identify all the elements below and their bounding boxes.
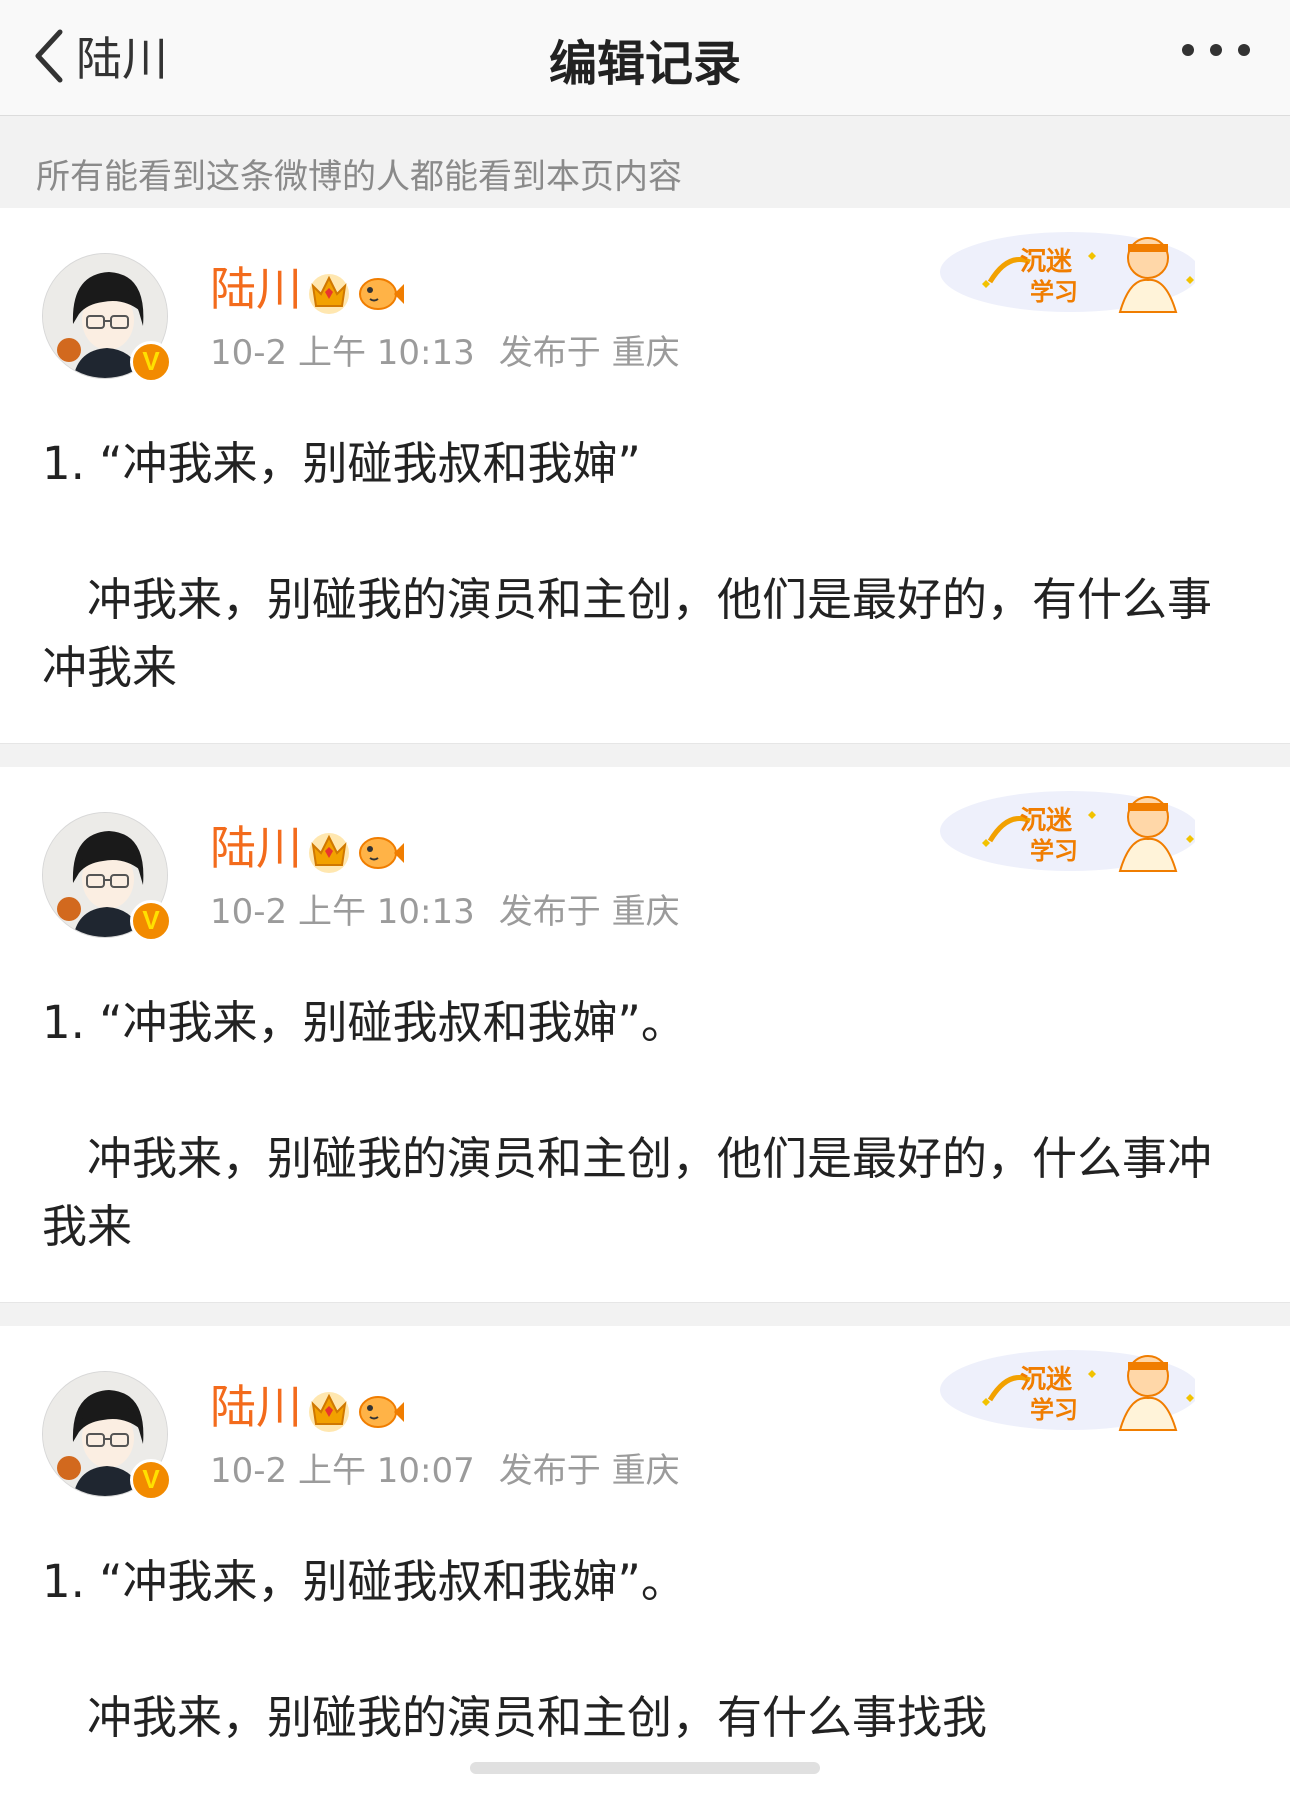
username[interactable]: 陆川 (210, 266, 302, 312)
published-label: 发布于 (498, 892, 601, 932)
fish-badge-icon[interactable] (356, 827, 406, 875)
username[interactable]: 陆川 (210, 825, 302, 871)
decorative-sticker: 沉迷 学习 (940, 791, 1195, 872)
decorative-sticker: 沉迷 学习 (940, 232, 1195, 313)
fish-badge-icon[interactable] (356, 1386, 406, 1434)
crown-badge-icon[interactable] (305, 1386, 353, 1434)
back-button[interactable]: 陆川 (30, 22, 168, 90)
verified-v-icon: V (142, 346, 160, 376)
visibility-notice: 所有能看到这条微博的人都能看到本页内容 (0, 117, 1290, 208)
svg-text:学习: 学习 (1030, 837, 1078, 865)
fish-badge-icon[interactable] (356, 268, 406, 316)
post-content: 1. “冲我来，别碰我叔和我婶” 冲我来，别碰我的演员和主创，他们是最好的，有什… (42, 430, 1252, 702)
edit-record-card: V 陆川 10-2 上午 10:07 发布于 重庆 沉迷 学习 1. “冲我来，别… (0, 1326, 1290, 1806)
crown-badge-icon[interactable] (305, 827, 353, 875)
post-date: 10-2 (210, 333, 288, 373)
username[interactable]: 陆川 (210, 1384, 302, 1430)
verified-v-icon: V (142, 1464, 160, 1494)
post-date: 10-2 (210, 892, 288, 932)
post-meta: 10-2 上午 10:13 发布于 重庆 (210, 336, 680, 370)
more-options-icon[interactable] (1178, 38, 1254, 62)
verified-badge: V (130, 900, 172, 942)
content-line: 1. “冲我来，别碰我叔和我婶” (42, 437, 641, 490)
post-location: 重庆 (611, 333, 680, 373)
chevron-left-icon (35, 29, 63, 83)
back-label: 陆川 (76, 32, 168, 86)
verified-v-icon: V (142, 905, 160, 935)
svg-text:学习: 学习 (1030, 278, 1078, 306)
post-time: 上午 10:13 (297, 892, 475, 932)
content-line: 1. “冲我来，别碰我叔和我婶”。 (42, 996, 686, 1049)
post-date: 10-2 (210, 1451, 288, 1491)
published-label: 发布于 (498, 333, 601, 373)
page-title: 编辑记录 (548, 36, 741, 92)
decorative-sticker: 沉迷 学习 (940, 1350, 1195, 1431)
svg-text:沉迷: 沉迷 (1020, 247, 1073, 277)
post-content: 1. “冲我来，别碰我叔和我婶”。 冲我来，别碰我的演员和主创，有什么事找我 (42, 1548, 1252, 1752)
content-line: 1. “冲我来，别碰我叔和我婶”。 (42, 1555, 686, 1608)
navigation-bar: 陆川 编辑记录 (0, 0, 1290, 116)
post-content: 1. “冲我来，别碰我叔和我婶”。 冲我来，别碰我的演员和主创，他们是最好的，什… (42, 989, 1252, 1261)
post-meta: 10-2 上午 10:07 发布于 重庆 (210, 1454, 680, 1488)
post-meta: 10-2 上午 10:13 发布于 重庆 (210, 895, 680, 929)
post-location: 重庆 (611, 1451, 680, 1491)
published-label: 发布于 (498, 1451, 601, 1491)
post-location: 重庆 (611, 892, 680, 932)
svg-text:沉迷: 沉迷 (1020, 806, 1073, 836)
crown-badge-icon[interactable] (305, 268, 353, 316)
svg-text:沉迷: 沉迷 (1020, 1365, 1073, 1395)
content-line: 冲我来，别碰我的演员和主创，他们是最好的，什么事冲我来 (42, 1132, 1213, 1253)
verified-badge: V (130, 1459, 172, 1501)
edit-record-card: V 陆川 10-2 上午 10:13 发布于 重庆 沉迷 学习 1. “冲我来，别… (0, 208, 1290, 744)
verified-badge: V (130, 341, 172, 383)
content-line: 冲我来，别碰我的演员和主创，他们是最好的，有什么事冲我来 (42, 573, 1213, 694)
post-time: 上午 10:13 (297, 333, 475, 373)
svg-text:学习: 学习 (1030, 1396, 1078, 1424)
post-time: 上午 10:07 (297, 1451, 475, 1491)
content-line: 冲我来，别碰我的演员和主创，有什么事找我 (42, 1691, 988, 1744)
home-indicator (470, 1762, 820, 1774)
edit-record-card: V 陆川 10-2 上午 10:13 发布于 重庆 沉迷 学习 1. “冲我来，别… (0, 767, 1290, 1303)
